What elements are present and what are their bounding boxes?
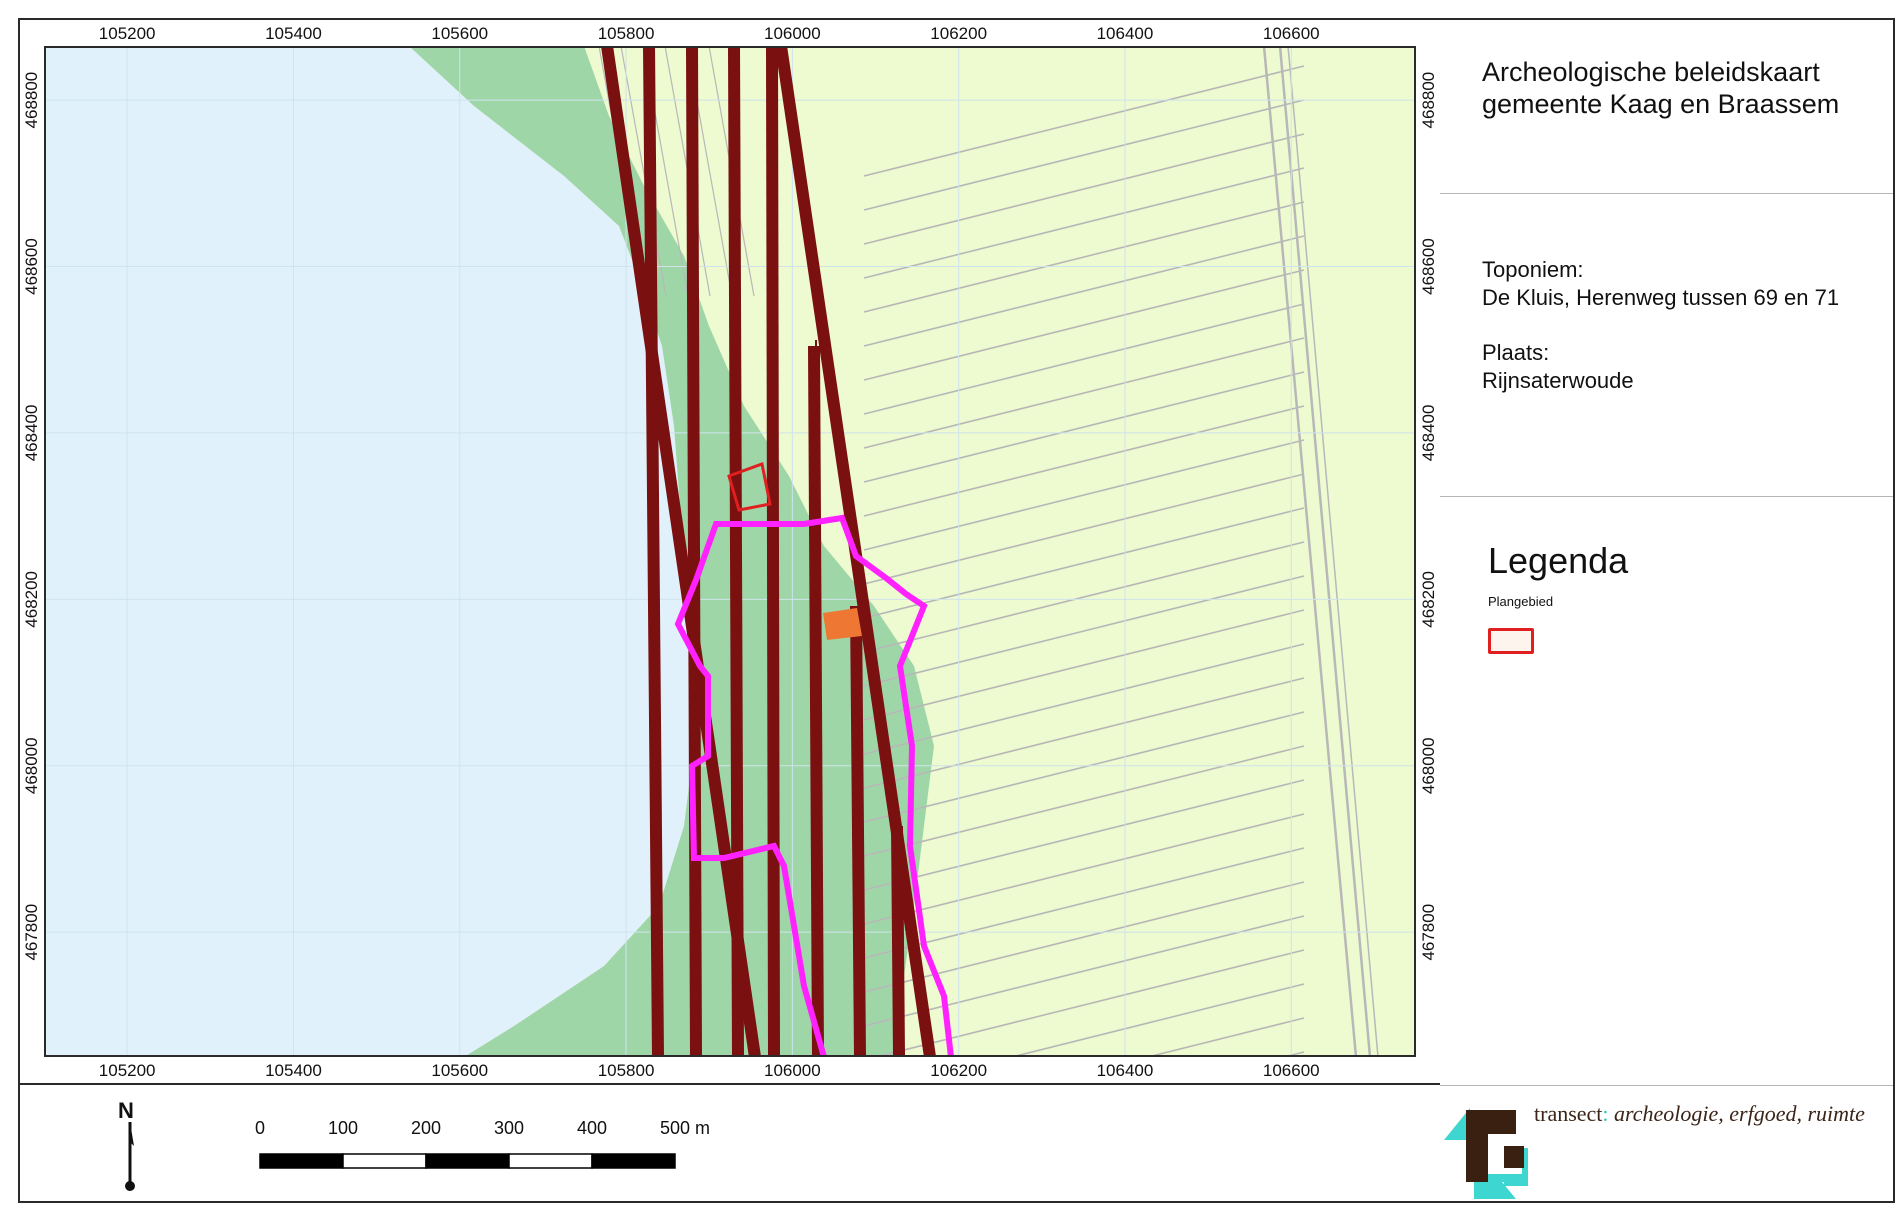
map-title: Archeologische beleidskaart gemeente Kaa… bbox=[1482, 56, 1882, 120]
y-tick-label-left: 468200 bbox=[22, 571, 41, 628]
axis-ticks: 105200 105200 105400 105400 105600 105600 1058… bbox=[22, 24, 1438, 1080]
scale-segment bbox=[259, 1153, 344, 1169]
scale-label: 300 bbox=[494, 1118, 525, 1138]
legend-item-label: Plangebied bbox=[1488, 594, 1554, 609]
plaats-label: Plaats: bbox=[1482, 340, 1550, 365]
y-tick-label-left: 468600 bbox=[22, 238, 41, 295]
toponiem-value: De Kluis, Herenweg tussen 69 en 71 bbox=[1482, 285, 1840, 310]
north-arrow-icon bbox=[125, 1122, 135, 1191]
x-tick-label-top: 105200 bbox=[99, 24, 156, 43]
location-info: Toponiem: De Kluis, Herenweg tussen 69 e… bbox=[1482, 256, 1882, 395]
x-tick-label-bottom: 105600 bbox=[431, 1061, 488, 1080]
y-tick-label-right: 468000 bbox=[1419, 737, 1438, 794]
x-tick-label-bottom: 106600 bbox=[1263, 1061, 1320, 1080]
title-line-2: gemeente Kaag en Braassem bbox=[1482, 89, 1840, 119]
logo-tagline: archeologie, erfgoed, ruimte bbox=[1614, 1101, 1865, 1126]
transect-logo-icon bbox=[1444, 1108, 1528, 1199]
x-tick-label-bottom: 105400 bbox=[265, 1061, 322, 1080]
x-tick-label-top: 105600 bbox=[431, 24, 488, 43]
scale-label: 100 bbox=[328, 1118, 359, 1138]
y-tick-label-left: 468400 bbox=[22, 405, 41, 462]
x-tick-label-bottom: 105200 bbox=[99, 1061, 156, 1080]
x-tick-label-top: 106400 bbox=[1097, 24, 1154, 43]
y-tick-label-right: 467800 bbox=[1419, 904, 1438, 961]
title-line-1: Archeologische beleidskaart bbox=[1482, 57, 1820, 87]
transect-logo-text: transect: archeologie, erfgoed, ruimte bbox=[1534, 1101, 1865, 1127]
y-tick-label-right: 468600 bbox=[1419, 238, 1438, 295]
scale-segment bbox=[342, 1153, 427, 1169]
legend-title: Legenda bbox=[1488, 540, 1629, 581]
x-tick-label-top: 105800 bbox=[598, 24, 655, 43]
scale-segment bbox=[425, 1153, 510, 1169]
x-tick-label-bottom: 106000 bbox=[764, 1061, 821, 1080]
scale-label: 200 bbox=[411, 1118, 442, 1138]
x-tick-label-bottom: 105800 bbox=[598, 1061, 655, 1080]
y-tick-label-right: 468400 bbox=[1419, 405, 1438, 462]
x-tick-label-top: 106600 bbox=[1263, 24, 1320, 43]
legend-swatch-plangebied bbox=[1488, 628, 1534, 654]
y-tick-label-left: 467800 bbox=[22, 904, 41, 961]
x-tick-label-top: 106200 bbox=[930, 24, 987, 43]
y-tick-label-right: 468800 bbox=[1419, 72, 1438, 129]
logo-colon: : bbox=[1602, 1101, 1609, 1126]
x-tick-label-top: 105400 bbox=[265, 24, 322, 43]
x-tick-label-bottom: 106200 bbox=[930, 1061, 987, 1080]
toponiem-label: Toponiem: bbox=[1482, 257, 1584, 282]
scale-bar bbox=[259, 1153, 676, 1169]
plaats-value: Rijnsaterwoude bbox=[1482, 368, 1634, 393]
scale-segment bbox=[508, 1153, 593, 1169]
y-tick-label-left: 468800 bbox=[22, 72, 41, 129]
logo-name: transect bbox=[1534, 1101, 1603, 1126]
scale-label: 400 bbox=[577, 1118, 608, 1138]
y-tick-label-right: 468200 bbox=[1419, 571, 1438, 628]
x-tick-label-bottom: 106400 bbox=[1097, 1061, 1154, 1080]
scale-segment bbox=[591, 1153, 676, 1169]
scale-label: 0 bbox=[255, 1118, 266, 1138]
y-tick-label-left: 468000 bbox=[22, 737, 41, 794]
x-tick-label-top: 106000 bbox=[764, 24, 821, 43]
scale-label: 500 m bbox=[660, 1118, 711, 1138]
